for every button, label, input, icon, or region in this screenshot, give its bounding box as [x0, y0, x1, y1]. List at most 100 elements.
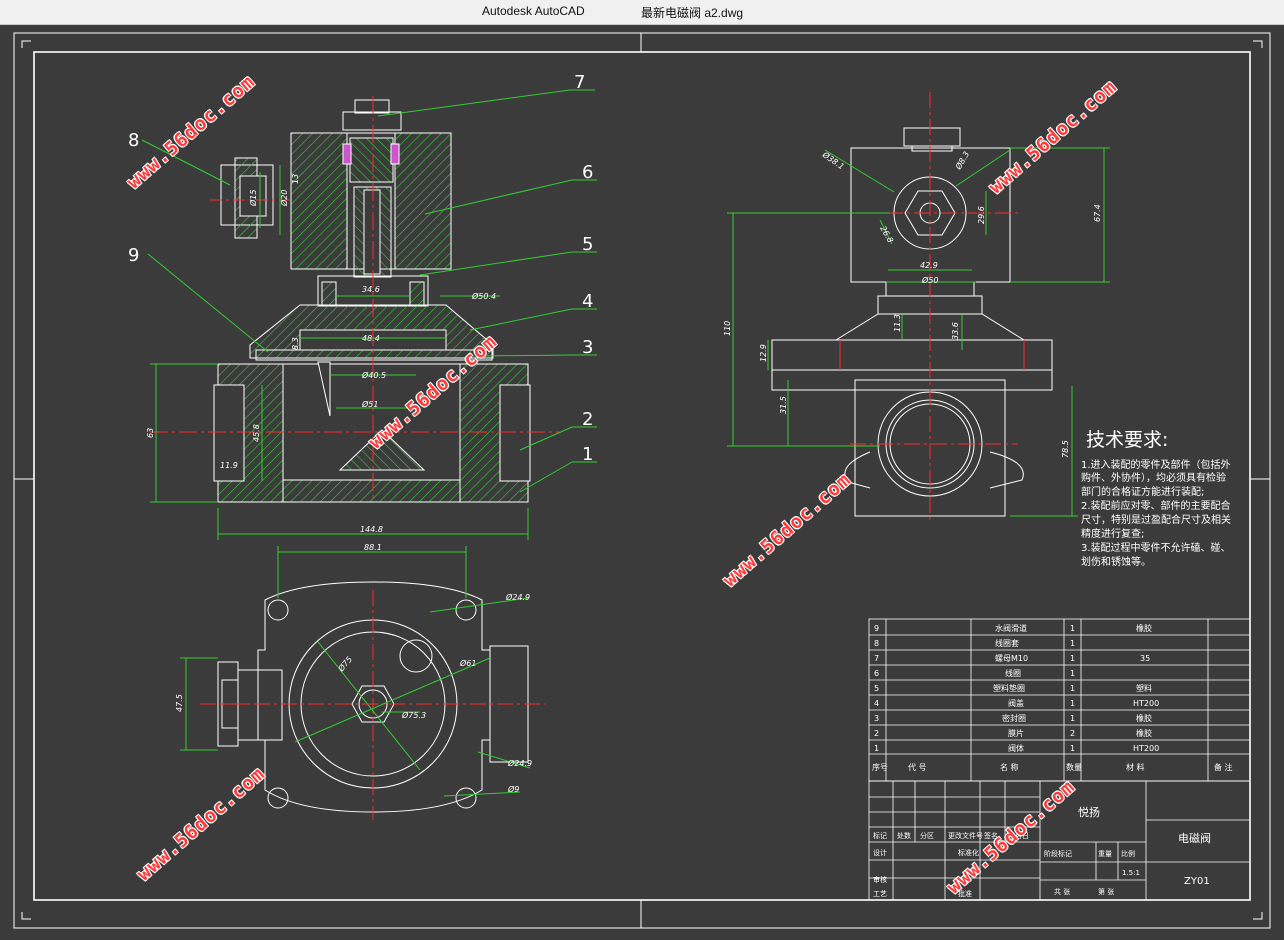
svg-text:1: 1 — [1070, 639, 1075, 648]
svg-text:1: 1 — [1070, 699, 1075, 708]
svg-text:购件、外协件），均必须具有检验: 购件、外协件），均必须具有检验 — [1081, 471, 1226, 484]
svg-text:塑料: 塑料 — [1136, 683, 1152, 693]
svg-text:63: 63 — [146, 428, 155, 438]
svg-text:4: 4 — [874, 699, 879, 708]
svg-text:11.9: 11.9 — [220, 461, 238, 470]
svg-text:阶段标记: 阶段标记 — [1044, 849, 1072, 858]
svg-text:144.8: 144.8 — [360, 525, 383, 534]
svg-text:1: 1 — [1070, 684, 1075, 693]
svg-text:67.4: 67.4 — [1093, 204, 1102, 222]
svg-text:线圈: 线圈 — [1005, 668, 1021, 678]
svg-text:第 张: 第 张 — [1098, 887, 1114, 896]
svg-text:Ø24.9: Ø24.9 — [505, 592, 530, 602]
svg-text:2: 2 — [1070, 729, 1075, 738]
svg-text:2.装配前应对零、部件的主要配合: 2.装配前应对零、部件的主要配合 — [1081, 499, 1231, 512]
svg-text:88.1: 88.1 — [364, 543, 382, 552]
svg-text:33.6: 33.6 — [951, 322, 960, 340]
svg-text:78.5: 78.5 — [1061, 440, 1070, 458]
svg-text:阀体: 阀体 — [1008, 743, 1024, 753]
balloon-6: 6 — [582, 162, 593, 183]
svg-text:序号: 序号 — [872, 762, 888, 772]
svg-text:Ø51: Ø51 — [361, 399, 378, 409]
svg-text:Ø40.5: Ø40.5 — [361, 370, 386, 380]
svg-text:更改文件号: 更改文件号 — [948, 831, 983, 840]
svg-text:8: 8 — [874, 639, 879, 648]
svg-text:Ø75.3: Ø75.3 — [401, 710, 426, 720]
side-dim-text: Ø38.1 Ø8.3 26.8 29.6 67.4 42.9 Ø50 110 1… — [723, 149, 1102, 458]
svg-text:水阀滑道: 水阀滑道 — [995, 623, 1027, 633]
svg-text:螺母M10: 螺母M10 — [995, 653, 1028, 663]
svg-text:精度进行复查;: 精度进行复查; — [1081, 527, 1144, 540]
svg-text:48.4: 48.4 — [362, 334, 380, 343]
svg-text:3.装配过程中零件不允许磕、碰、: 3.装配过程中零件不允许磕、碰、 — [1081, 541, 1231, 554]
svg-text:1: 1 — [1070, 654, 1075, 663]
app-name: Autodesk AutoCAD — [482, 4, 585, 18]
svg-text:标记: 标记 — [873, 831, 887, 840]
svg-text:26.8: 26.8 — [878, 225, 895, 245]
balloon-3: 3 — [582, 337, 593, 358]
svg-text:处数: 处数 — [897, 831, 911, 840]
svg-text:1.5:1: 1.5:1 — [1122, 869, 1140, 877]
svg-text:划伤和锈蚀等。: 划伤和锈蚀等。 — [1081, 555, 1151, 568]
balloon-8: 8 — [128, 130, 139, 151]
svg-text:11.3: 11.3 — [893, 314, 902, 332]
svg-text:橡胶: 橡胶 — [1136, 623, 1152, 633]
svg-text:35: 35 — [1140, 654, 1150, 663]
svg-text:名 称: 名 称 — [1000, 762, 1019, 772]
plan-dimensions — [180, 546, 531, 797]
drawing-canvas[interactable]: 7 6 5 4 3 2 1 8 9 34.6 Ø50.4 48.4 8.3 Ø4… — [0, 24, 1284, 936]
svg-text:Ø75: Ø75 — [335, 654, 354, 674]
balloon-2: 2 — [582, 409, 593, 430]
svg-text:设计: 设计 — [873, 848, 887, 857]
svg-text:2: 2 — [874, 729, 879, 738]
svg-text:42.9: 42.9 — [920, 261, 938, 270]
svg-text:Ø15: Ø15 — [248, 190, 258, 207]
cad-drawing: 7 6 5 4 3 2 1 8 9 34.6 Ø50.4 48.4 8.3 Ø4… — [13, 32, 1271, 929]
svg-text:数量: 数量 — [1066, 762, 1082, 772]
svg-text:9: 9 — [874, 624, 879, 633]
svg-text:备 注: 备 注 — [1214, 762, 1233, 772]
balloon-7: 7 — [574, 72, 585, 93]
bom-text: 9 水阀滑道 1 橡胶 8 线圈套 1 7 螺母M10 1 35 6 线圈 1 5 塑料垫圈 1 塑料 4… — [872, 623, 1233, 772]
svg-text:橡胶: 橡胶 — [1136, 728, 1152, 738]
svg-text:Ø24.9: Ø24.9 — [507, 758, 532, 768]
svg-text:阀盖: 阀盖 — [1008, 698, 1024, 708]
svg-text:8.3: 8.3 — [291, 337, 300, 350]
svg-text:工艺: 工艺 — [873, 890, 887, 898]
svg-text:尺寸，特别是过盈配合尺寸及相关: 尺寸，特别是过盈配合尺寸及相关 — [1081, 513, 1231, 526]
svg-text:悦扬: 悦扬 — [1078, 805, 1100, 819]
svg-text:分区: 分区 — [920, 831, 934, 840]
tech-requirements: 技术要求: 1.进入装配的零件及部件（包括外 购件、外协件），均必须具有检验 部… — [1081, 429, 1231, 568]
svg-text:共 张: 共 张 — [1054, 887, 1070, 896]
bom-table — [868, 618, 1251, 782]
svg-text:1: 1 — [1070, 669, 1075, 678]
svg-text:7: 7 — [874, 654, 879, 663]
balloon-9: 9 — [128, 245, 139, 266]
balloon-5: 5 — [582, 234, 593, 255]
svg-text:Ø61: Ø61 — [459, 658, 476, 668]
svg-text:3: 3 — [874, 714, 879, 723]
svg-text:审核: 审核 — [873, 875, 887, 884]
svg-text:膜片: 膜片 — [1008, 728, 1024, 738]
svg-text:塑料垫圈: 塑料垫圈 — [993, 683, 1025, 693]
svg-text:比例: 比例 — [1121, 849, 1135, 858]
document-name: 最新电磁阀 a2.dwg — [641, 6, 744, 20]
plan-dim-text: 88.1 Ø24.9 Ø75 Ø61 Ø75.3 47.5 Ø24.9 Ø9 — [175, 543, 532, 794]
svg-text:110: 110 — [723, 321, 732, 336]
svg-text:31.5: 31.5 — [779, 396, 788, 414]
svg-text:34.6: 34.6 — [362, 285, 380, 294]
svg-text:重量: 重量 — [1098, 850, 1112, 858]
svg-text:ZY01: ZY01 — [1184, 876, 1210, 887]
svg-text:密封圈: 密封圈 — [1002, 713, 1026, 723]
svg-text:1.进入装配的零件及部件（包括外: 1.进入装配的零件及部件（包括外 — [1081, 458, 1231, 471]
svg-text:Ø50: Ø50 — [921, 275, 938, 285]
svg-text:Ø9: Ø9 — [507, 784, 519, 794]
svg-text:技术要求:: 技术要求: — [1086, 429, 1168, 451]
svg-text:部门的合格证方能进行装配;: 部门的合格证方能进行装配; — [1081, 485, 1204, 498]
side-dimensions — [727, 147, 1110, 517]
window-titlebar: Autodesk AutoCAD 最新电磁阀 a2.dwg — [0, 0, 1284, 25]
svg-text:HT200: HT200 — [1133, 744, 1159, 753]
balloon-4: 4 — [582, 291, 593, 312]
svg-text:1: 1 — [1070, 744, 1075, 753]
svg-text:13: 13 — [291, 174, 300, 184]
